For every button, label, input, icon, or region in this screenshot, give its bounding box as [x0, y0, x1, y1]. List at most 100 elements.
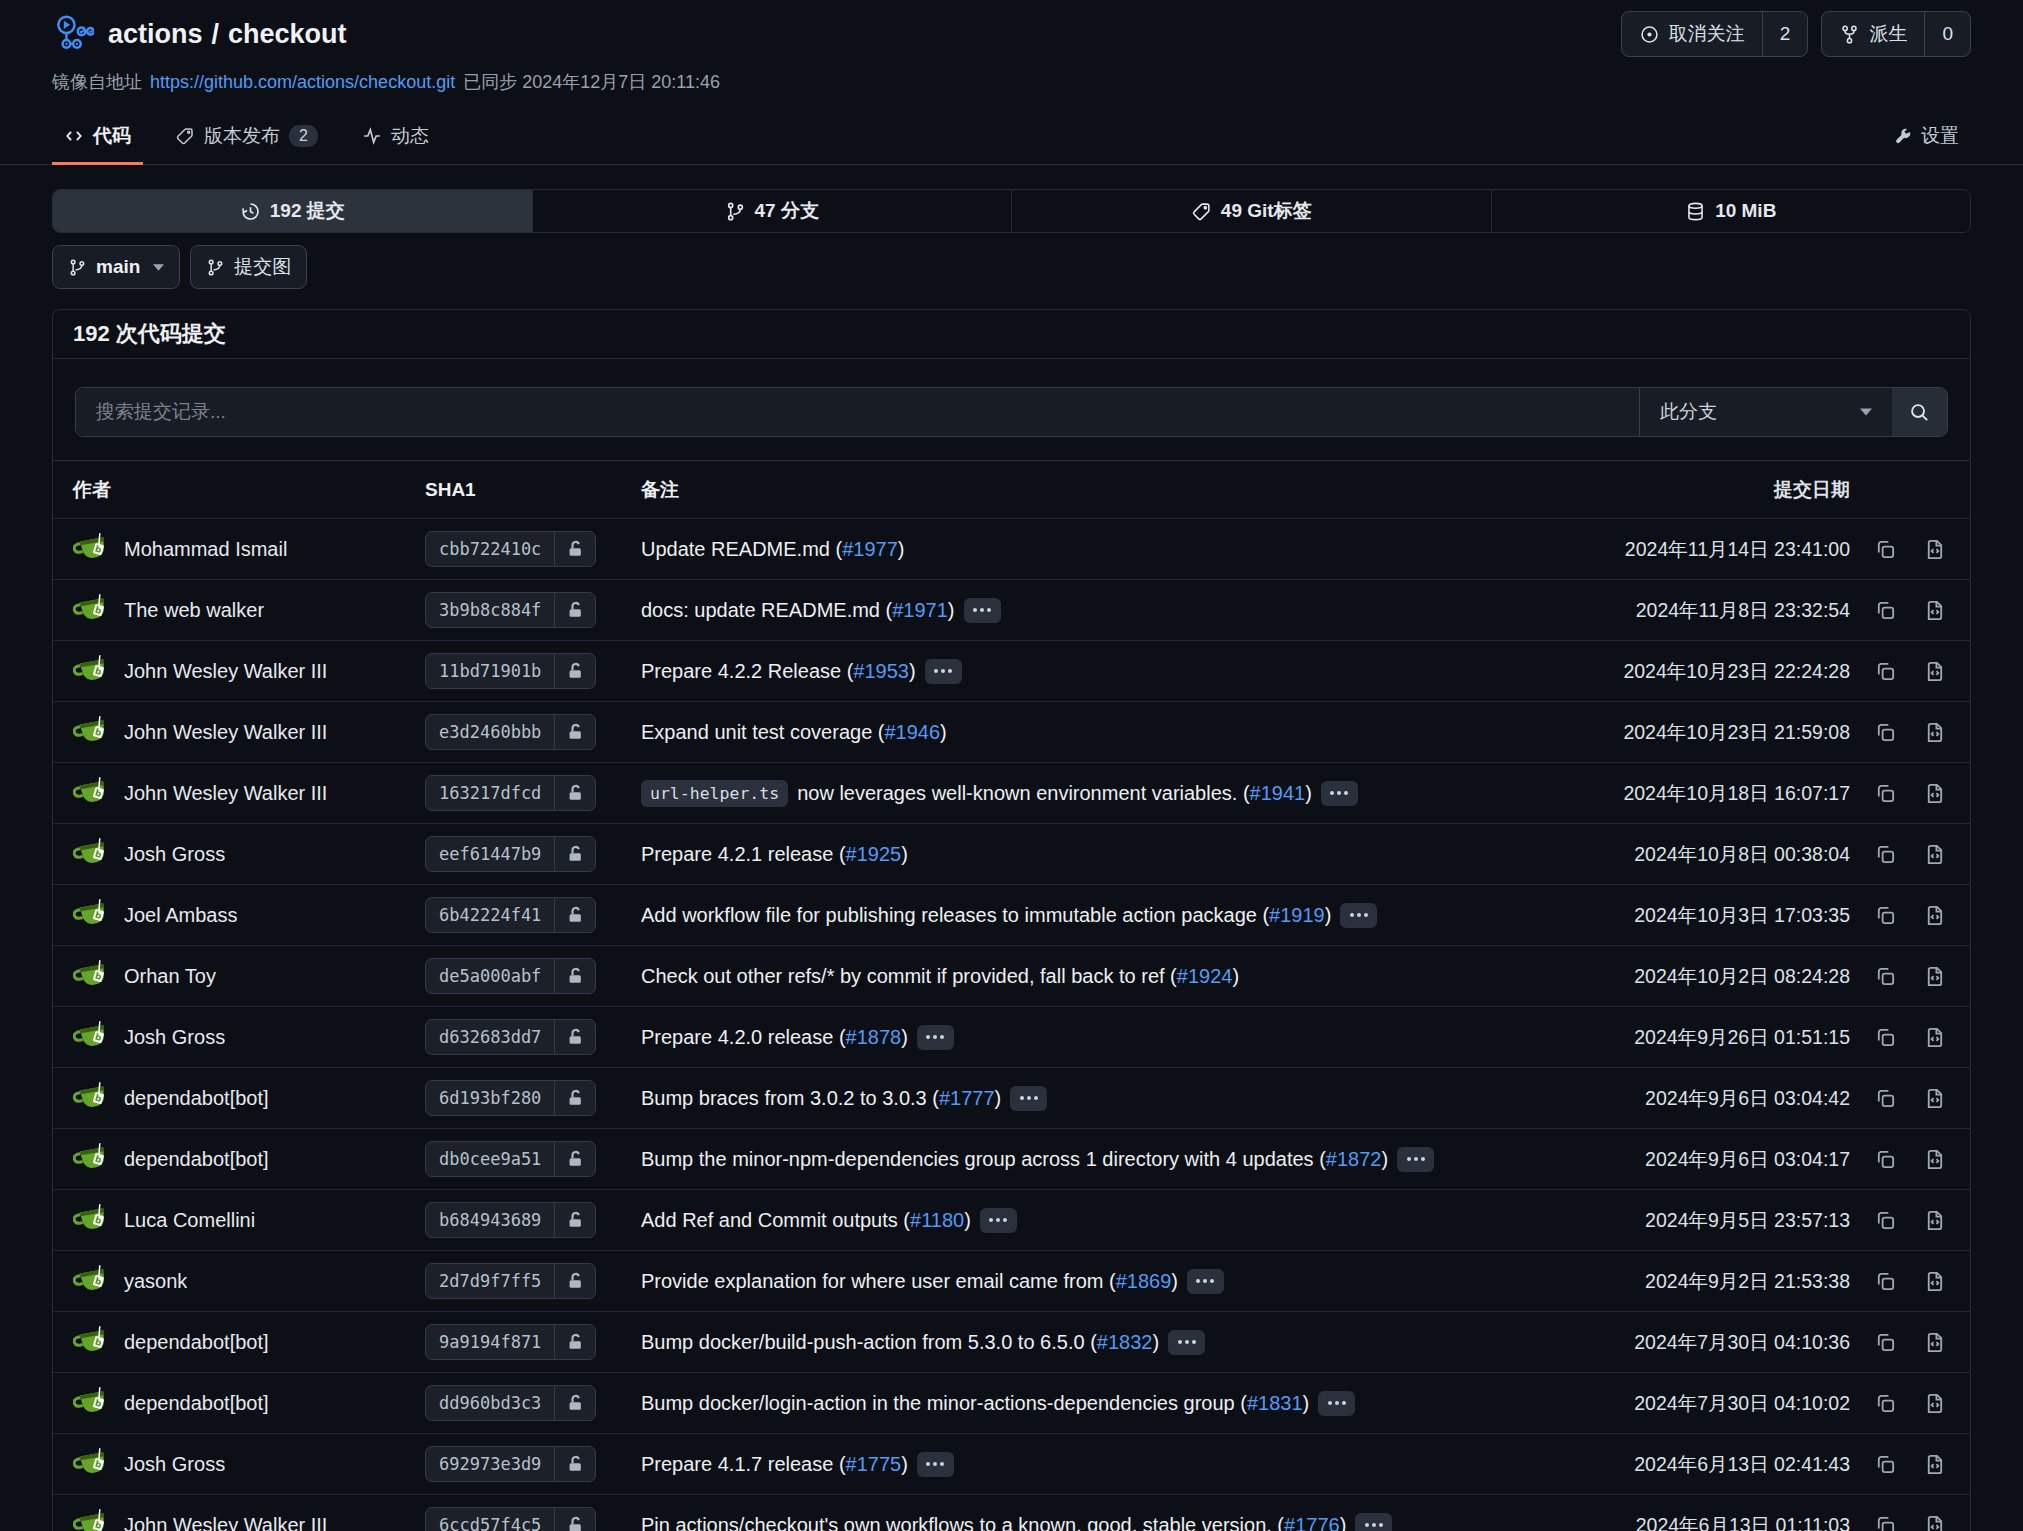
copy-sha-button[interactable]: [1874, 721, 1897, 744]
issue-link[interactable]: #1925: [846, 843, 902, 865]
issue-link[interactable]: #1919: [1269, 904, 1325, 926]
commit-sha-badge[interactable]: b684943689: [425, 1202, 596, 1238]
copy-sha-button[interactable]: [1874, 843, 1897, 866]
watch-count[interactable]: 2: [1762, 12, 1808, 56]
browse-source-button[interactable]: [1923, 1209, 1946, 1232]
tab-releases[interactable]: 版本发布 2: [163, 114, 330, 164]
tab-activity[interactable]: 动态: [350, 114, 441, 164]
commit-sha-badge[interactable]: db0cee9a51: [425, 1141, 596, 1177]
commit-author-name[interactable]: Orhan Toy: [124, 965, 216, 988]
browse-source-button[interactable]: [1923, 1514, 1946, 1531]
stat-branches[interactable]: 47 分支: [532, 190, 1012, 232]
copy-sha-button[interactable]: [1874, 660, 1897, 683]
copy-sha-button[interactable]: [1874, 1453, 1897, 1476]
expand-commit-button[interactable]: [917, 1452, 954, 1477]
commit-sha-badge[interactable]: 6d193bf280: [425, 1080, 596, 1116]
issue-link[interactable]: #1971: [892, 599, 948, 621]
fork-button[interactable]: 派生 0: [1821, 11, 1971, 57]
commit-sha-badge[interactable]: dd960bd3c3: [425, 1385, 596, 1421]
issue-link[interactable]: #1924: [1177, 965, 1233, 987]
copy-sha-button[interactable]: [1874, 1026, 1897, 1049]
commit-sha-badge[interactable]: d632683dd7: [425, 1019, 596, 1055]
commit-author-name[interactable]: Josh Gross: [124, 1026, 225, 1049]
issue-link[interactable]: #1946: [884, 721, 940, 743]
browse-source-button[interactable]: [1923, 721, 1946, 744]
repo-link[interactable]: checkout: [228, 19, 347, 50]
commit-sha-badge[interactable]: eef61447b9: [425, 836, 596, 872]
commit-author-name[interactable]: dependabot[bot]: [124, 1331, 269, 1354]
issue-link[interactable]: #1831: [1247, 1392, 1303, 1414]
commit-sha-badge[interactable]: 9a9194f871: [425, 1324, 596, 1360]
copy-sha-button[interactable]: [1874, 538, 1897, 561]
expand-commit-button[interactable]: [1321, 781, 1358, 806]
commit-author-name[interactable]: dependabot[bot]: [124, 1392, 269, 1415]
browse-source-button[interactable]: [1923, 599, 1946, 622]
commit-sha-badge[interactable]: 163217dfcd: [425, 775, 596, 811]
browse-source-button[interactable]: [1923, 1392, 1946, 1415]
commit-author-name[interactable]: John Wesley Walker III: [124, 721, 327, 744]
commit-sha-badge[interactable]: 6b42224f41: [425, 897, 596, 933]
copy-sha-button[interactable]: [1874, 599, 1897, 622]
expand-commit-button[interactable]: [1340, 903, 1377, 928]
commit-sha-badge[interactable]: 6ccd57f4c5: [425, 1507, 596, 1531]
commit-search-input[interactable]: [76, 388, 1639, 436]
browse-source-button[interactable]: [1923, 965, 1946, 988]
commit-sha-badge[interactable]: de5a000abf: [425, 958, 596, 994]
commit-sha-badge[interactable]: e3d2460bbb: [425, 714, 596, 750]
expand-commit-button[interactable]: [1318, 1391, 1355, 1416]
unwatch-button[interactable]: 取消关注 2: [1621, 11, 1809, 57]
copy-sha-button[interactable]: [1874, 1331, 1897, 1354]
commit-author-name[interactable]: Josh Gross: [124, 1453, 225, 1476]
copy-sha-button[interactable]: [1874, 782, 1897, 805]
commit-author-name[interactable]: Luca Comellini: [124, 1209, 255, 1232]
browse-source-button[interactable]: [1923, 904, 1946, 927]
commit-author-name[interactable]: Mohammad Ismail: [124, 538, 287, 561]
copy-sha-button[interactable]: [1874, 1270, 1897, 1293]
commit-sha-badge[interactable]: 692973e3d9: [425, 1446, 596, 1482]
browse-source-button[interactable]: [1923, 660, 1946, 683]
stat-size[interactable]: 10 MiB: [1491, 190, 1971, 232]
issue-link[interactable]: #1977: [842, 538, 898, 560]
issue-link[interactable]: #1869: [1116, 1270, 1172, 1292]
expand-commit-button[interactable]: [964, 598, 1001, 623]
commit-author-name[interactable]: John Wesley Walker III: [124, 782, 327, 805]
expand-commit-button[interactable]: [980, 1208, 1017, 1233]
issue-link[interactable]: #1180: [910, 1209, 964, 1231]
issue-link[interactable]: #1941: [1250, 782, 1306, 804]
stat-tags[interactable]: 49 Git标签: [1011, 190, 1491, 232]
expand-commit-button[interactable]: [1187, 1269, 1224, 1294]
browse-source-button[interactable]: [1923, 843, 1946, 866]
mirror-url-link[interactable]: https://github.com/actions/checkout.git: [150, 72, 455, 93]
commit-author-name[interactable]: John Wesley Walker III: [124, 660, 327, 683]
browse-source-button[interactable]: [1923, 1148, 1946, 1171]
commit-sha-badge[interactable]: 11bd71901b: [425, 653, 596, 689]
commit-author-name[interactable]: Joel Ambass: [124, 904, 237, 927]
search-button[interactable]: [1892, 388, 1947, 436]
issue-link[interactable]: #1878: [846, 1026, 902, 1048]
commit-author-name[interactable]: Josh Gross: [124, 843, 225, 866]
browse-source-button[interactable]: [1923, 538, 1946, 561]
commit-sha-badge[interactable]: cbb722410c: [425, 531, 596, 567]
issue-link[interactable]: #1872: [1326, 1148, 1382, 1170]
fork-count[interactable]: 0: [1924, 12, 1970, 56]
copy-sha-button[interactable]: [1874, 1392, 1897, 1415]
browse-source-button[interactable]: [1923, 1331, 1946, 1354]
expand-commit-button[interactable]: [1168, 1330, 1205, 1355]
commit-author-name[interactable]: yasonk: [124, 1270, 187, 1293]
branch-selector[interactable]: main: [52, 245, 180, 289]
search-scope-dropdown[interactable]: 此分支: [1639, 388, 1892, 436]
issue-link[interactable]: #1777: [939, 1087, 995, 1109]
expand-commit-button[interactable]: [1397, 1147, 1434, 1172]
browse-source-button[interactable]: [1923, 1453, 1946, 1476]
tab-code[interactable]: 代码: [52, 114, 143, 164]
issue-link[interactable]: #1775: [846, 1453, 902, 1475]
expand-commit-button[interactable]: [925, 659, 962, 684]
commit-author-name[interactable]: The web walker: [124, 599, 264, 622]
tab-settings[interactable]: 设置: [1880, 114, 1971, 164]
copy-sha-button[interactable]: [1874, 965, 1897, 988]
copy-sha-button[interactable]: [1874, 904, 1897, 927]
copy-sha-button[interactable]: [1874, 1087, 1897, 1110]
expand-commit-button[interactable]: [1355, 1513, 1392, 1531]
copy-sha-button[interactable]: [1874, 1209, 1897, 1232]
commit-sha-badge[interactable]: 3b9b8c884f: [425, 592, 596, 628]
